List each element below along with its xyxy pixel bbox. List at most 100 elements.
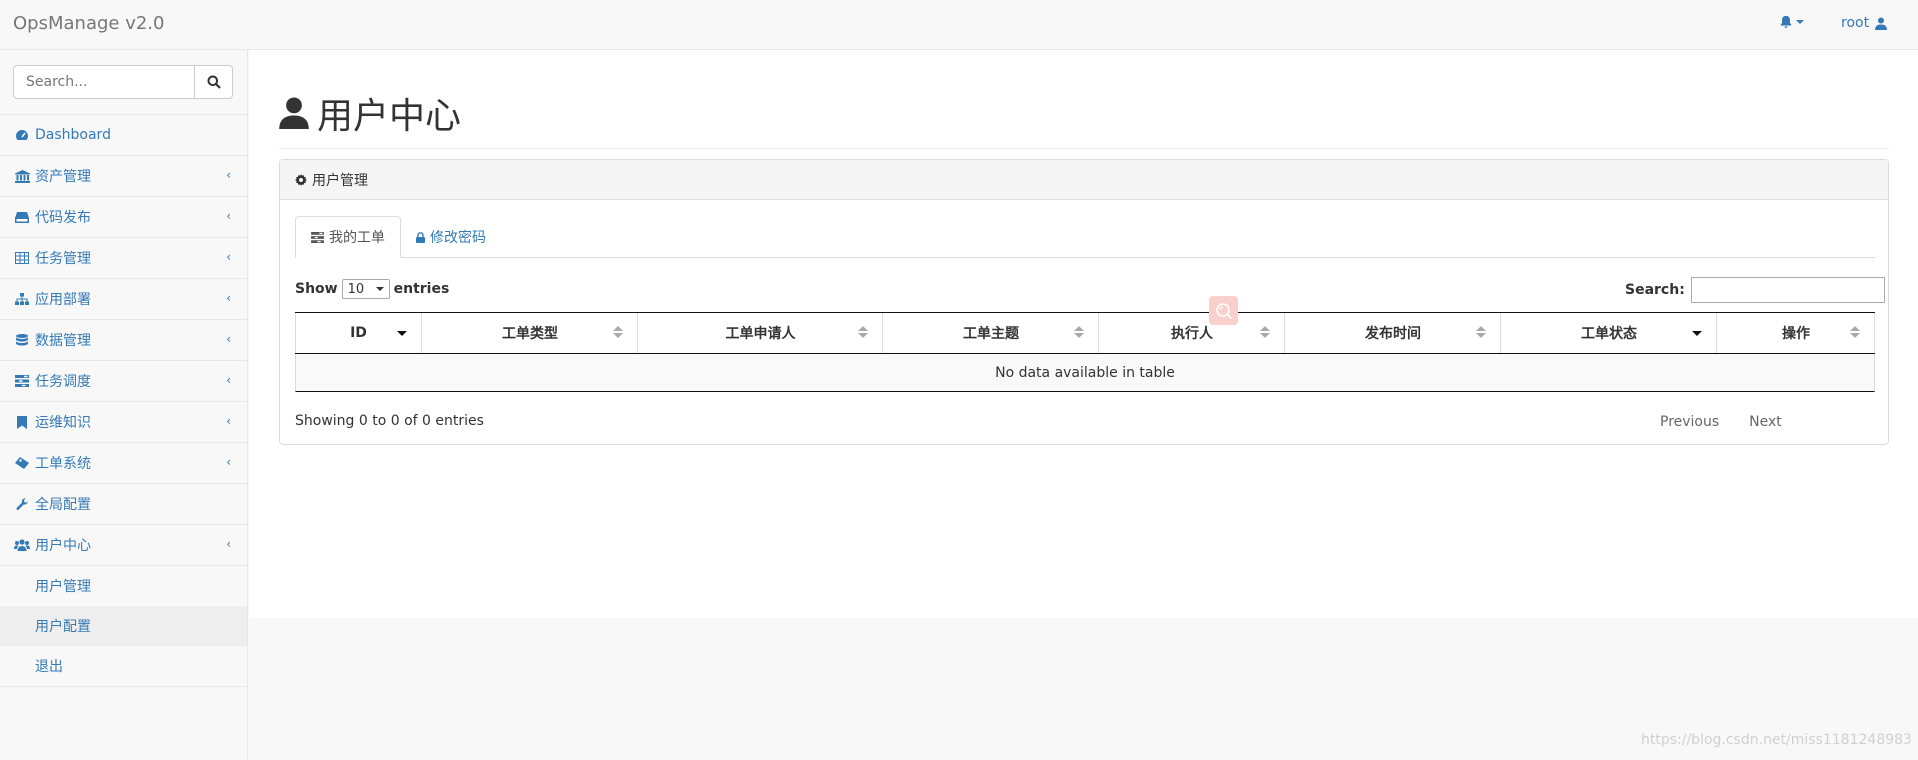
- sidebar-item-ticket-system[interactable]: 工单系统 ‹: [0, 443, 247, 484]
- sidebar-item-assets[interactable]: 资产管理 ‹: [0, 156, 247, 197]
- panel-tabs: 我的工单 修改密码: [295, 216, 1875, 258]
- sort-icon: [1850, 326, 1860, 338]
- sidebar-item-app-deploy[interactable]: 应用部署 ‹: [0, 279, 247, 320]
- bell-icon: [1780, 15, 1792, 28]
- chevron-left-icon: ‹: [226, 168, 231, 182]
- table-search-label: Search:: [1625, 282, 1685, 298]
- main-content: 用户中心 用户管理 我的工单 修改密码 Show 10 entries Sear…: [249, 50, 1918, 618]
- column-header-id[interactable]: ID: [295, 313, 422, 353]
- hdd-icon: [13, 211, 31, 223]
- next-button[interactable]: Next: [1734, 410, 1797, 434]
- sidebar-item-label: 运维知识: [35, 415, 91, 431]
- wrench-icon: [13, 497, 31, 511]
- sidebar-item-code-release[interactable]: 代码发布 ‹: [0, 197, 247, 238]
- sidebar-item-label: 工单系统: [35, 456, 91, 472]
- pagination: Previous Next: [1645, 410, 1797, 434]
- panel-title: 用户管理: [312, 172, 368, 189]
- sidebar-item-label: 资产管理: [35, 169, 91, 185]
- dashboard-icon: [13, 129, 31, 141]
- bank-icon: [13, 169, 31, 183]
- sidebar-item-label: 任务管理: [35, 251, 91, 267]
- panel-heading: 用户管理: [280, 160, 1888, 200]
- column-label: 工单状态: [1581, 326, 1637, 342]
- table-length-control: Show 10 entries: [295, 279, 449, 299]
- top-navbar: OpsManage v2.0 root: [0, 0, 1918, 50]
- sort-icon: [1074, 326, 1084, 338]
- column-header-actions[interactable]: 操作: [1717, 313, 1875, 353]
- column-header-status[interactable]: 工单状态: [1501, 313, 1717, 353]
- chevron-left-icon: ‹: [226, 250, 231, 264]
- chevron-down-icon: [375, 287, 384, 291]
- column-label: 工单类型: [502, 326, 558, 342]
- column-header-ticket-type[interactable]: 工单类型: [422, 313, 638, 353]
- column-label: ID: [350, 325, 367, 341]
- page-length-value: 10: [347, 281, 365, 297]
- sidebar-item-global-config[interactable]: 全局配置: [0, 484, 247, 525]
- search-icon: [1215, 302, 1232, 319]
- sidebar-item-ops-knowledge[interactable]: 运维知识 ‹: [0, 402, 247, 443]
- user-center-submenu: 用户管理 用户配置 退出: [0, 566, 247, 687]
- sidebar-item-label: 任务调度: [35, 374, 91, 390]
- search-icon: [207, 75, 221, 89]
- chevron-left-icon: ‹: [226, 291, 231, 305]
- previous-button[interactable]: Previous: [1645, 410, 1734, 434]
- column-label: 发布时间: [1365, 326, 1421, 342]
- table-empty-row: No data available in table: [295, 354, 1875, 392]
- submenu-item-logout[interactable]: 退出: [0, 646, 247, 686]
- sidebar-item-task-management[interactable]: 任务管理 ‹: [0, 238, 247, 279]
- notifications-dropdown[interactable]: [1779, 15, 1804, 29]
- length-suffix: entries: [393, 281, 450, 297]
- sidebar-item-label: 全局配置: [35, 497, 91, 513]
- gear-icon: [295, 173, 307, 186]
- column-label: 工单申请人: [725, 326, 796, 342]
- sidebar: Dashboard 资产管理 ‹ 代码发布 ‹ 任务管理 ‹ 应用部署 ‹ 数据…: [0, 50, 248, 760]
- table-filter: Search:: [1625, 277, 1885, 303]
- user-management-panel: 用户管理 我的工单 修改密码 Show 10 entries Search: I…: [279, 159, 1889, 445]
- table-header: ID 工单类型 工单申请人 工单主题 执行人 发布时间 工单状态 操作: [295, 312, 1875, 354]
- column-label: 工单主题: [963, 326, 1019, 342]
- floating-search-button[interactable]: [1209, 296, 1238, 325]
- column-label: 操作: [1782, 326, 1810, 342]
- tab-label: 修改密码: [430, 230, 486, 246]
- sidebar-item-label: 用户中心: [35, 538, 91, 554]
- page-header: 用户中心: [279, 87, 1889, 149]
- submenu-item-user-config[interactable]: 用户配置: [0, 606, 247, 646]
- table-search-input[interactable]: [1690, 277, 1885, 303]
- submenu-item-user-management[interactable]: 用户管理: [0, 566, 247, 606]
- chevron-left-icon: ‹: [226, 455, 231, 469]
- sort-icon: [613, 326, 623, 338]
- tickets-table: ID 工单类型 工单申请人 工单主题 执行人 发布时间 工单状态 操作 No d…: [295, 312, 1875, 392]
- tasks-icon: [311, 231, 324, 243]
- sidebar-item-task-scheduling[interactable]: 任务调度 ‹: [0, 361, 247, 402]
- users-icon: [13, 539, 31, 551]
- column-header-publish-time[interactable]: 发布时间: [1285, 313, 1501, 353]
- column-header-subject[interactable]: 工单主题: [883, 313, 1099, 353]
- sidebar-item-user-center[interactable]: 用户中心 ‹: [0, 525, 247, 566]
- sidebar-item-dashboard[interactable]: Dashboard: [0, 115, 247, 156]
- user-dropdown[interactable]: root: [1841, 15, 1888, 31]
- sidebar-item-label: 数据管理: [35, 333, 91, 349]
- chevron-left-icon: ‹: [226, 414, 231, 428]
- page-length-select[interactable]: 10: [341, 279, 390, 299]
- chevron-down-icon: [1796, 20, 1804, 24]
- chevron-left-icon: ‹: [226, 537, 231, 551]
- database-icon: [13, 333, 31, 347]
- sort-icon: [1476, 326, 1486, 338]
- column-header-executor[interactable]: 执行人: [1099, 313, 1285, 353]
- sort-icon: [858, 326, 868, 338]
- username: root: [1841, 15, 1870, 31]
- table-icon: [13, 252, 31, 264]
- column-header-applicant[interactable]: 工单申请人: [638, 313, 883, 353]
- search-input[interactable]: [13, 65, 195, 99]
- ticket-icon: [13, 457, 31, 469]
- search-button[interactable]: [194, 65, 233, 99]
- table-info: Showing 0 to 0 of 0 entries: [295, 413, 484, 429]
- brand-title[interactable]: OpsManage v2.0: [13, 13, 164, 34]
- sort-icon: [1260, 326, 1270, 338]
- sidebar-search: [0, 50, 247, 115]
- tab-change-password[interactable]: 修改密码: [401, 216, 501, 258]
- user-icon: [1875, 17, 1888, 30]
- tab-my-tickets[interactable]: 我的工单: [295, 216, 401, 258]
- sort-desc-icon: [397, 331, 407, 336]
- sidebar-item-data-management[interactable]: 数据管理 ‹: [0, 320, 247, 361]
